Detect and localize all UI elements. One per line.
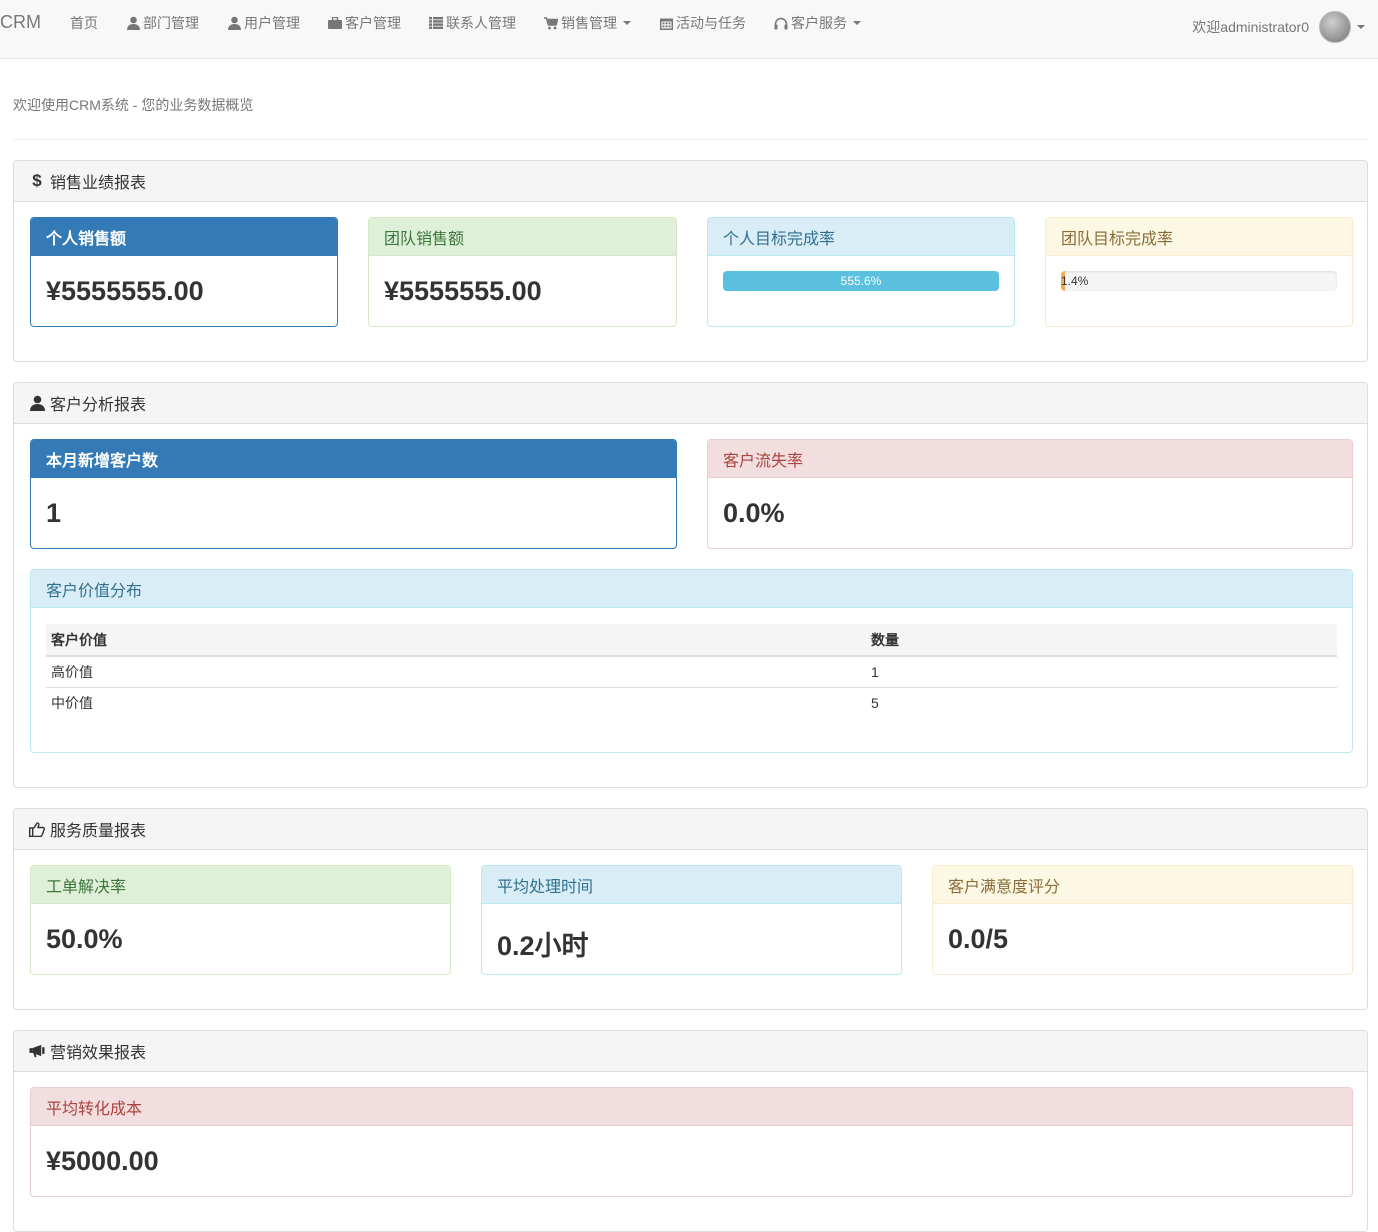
column-header: 客户价值 — [46, 624, 866, 657]
avatar[interactable] — [1319, 11, 1351, 43]
nav-item-label: 联系人管理 — [446, 15, 516, 31]
card-title: 本月新增客户数 — [31, 440, 676, 478]
service-report-header: 服务质量报表 — [14, 809, 1367, 850]
nav-item-label: 销售管理 — [561, 15, 617, 31]
table-header-row: 客户价值 数量 — [46, 624, 1337, 657]
welcome-text: 欢迎administrator0 — [1192, 19, 1309, 35]
page-subtitle: 欢迎使用CRM系统 - 您的业务数据概览 — [13, 97, 254, 113]
chevron-down-icon — [623, 21, 631, 25]
column-header: 数量 — [866, 624, 1337, 657]
card-value: 0.2小时 — [497, 931, 589, 961]
card-value: 0.0/5 — [948, 924, 1009, 954]
card-title: 平均转化成本 — [31, 1088, 1352, 1126]
nav-item-label: 客户管理 — [345, 15, 401, 31]
value-distribution-table: 客户价值 数量 高价值 1 中价值 5 — [46, 624, 1337, 718]
nav-item-label: 部门管理 — [143, 15, 199, 31]
table-cell: 1 — [871, 663, 879, 680]
value-distribution-card: 客户价值分布 客户价值 数量 高价值 1 中价值 5 — [30, 569, 1353, 753]
main-nav: 首页 部门管理 用户管理 客户管理 联系人管理 销售管理 活动与任务 客户服务 — [56, 0, 875, 46]
card-value: 0.0% — [723, 498, 785, 528]
marketing-report-panel: 营销效果报表 平均转化成本 ¥5000.00 — [13, 1030, 1368, 1232]
marketing-report-header: 营销效果报表 — [14, 1031, 1367, 1072]
nav-item-label: 客户服务 — [791, 15, 847, 31]
card-value: ¥5000.00 — [46, 1146, 159, 1176]
table-cell: 5 — [866, 686, 1337, 718]
card-title: 客户价值分布 — [31, 570, 1352, 608]
nav-item-label: 首页 — [70, 15, 98, 31]
user-icon — [29, 395, 45, 411]
sales-report-header: $ 销售业绩报表 — [14, 161, 1367, 202]
progress-bar-fill: 555.6% — [723, 271, 999, 291]
section-title: 营销效果报表 — [50, 1045, 147, 1062]
new-customers-card: 本月新增客户数 1 — [30, 439, 677, 549]
nav-item-customers[interactable]: 客户管理 — [314, 0, 415, 46]
user-icon — [227, 16, 241, 30]
list-icon — [429, 16, 443, 30]
nav-item-departments[interactable]: 部门管理 — [112, 0, 213, 46]
card-title: 团队销售额 — [369, 218, 676, 256]
card-value: ¥5555555.00 — [384, 276, 542, 306]
section-title: 客户分析报表 — [50, 397, 147, 414]
megaphone-icon — [29, 1043, 45, 1059]
avg-time-card: 平均处理时间 0.2小时 — [481, 865, 902, 975]
card-value: 1 — [46, 498, 62, 528]
table-row: 高价值 1 — [46, 656, 1337, 687]
customer-report-header: 客户分析报表 — [14, 383, 1367, 424]
card-title: 客户满意度评分 — [933, 866, 1352, 904]
sales-report-panel: $ 销售业绩报表 个人销售额 ¥5555555.00 团队销售额 ¥555555… — [13, 160, 1368, 362]
dollar-icon: $ — [32, 171, 42, 190]
nav-item-users[interactable]: 用户管理 — [213, 0, 314, 46]
card-title: 工单解决率 — [31, 866, 450, 904]
nav-item-activities[interactable]: 活动与任务 — [645, 0, 760, 46]
nav-item-contacts[interactable]: 联系人管理 — [415, 0, 530, 46]
conversion-cost-card: 平均转化成本 ¥5000.00 — [30, 1087, 1353, 1197]
section-title: 销售业绩报表 — [50, 175, 147, 192]
card-value: ¥5555555.00 — [46, 276, 204, 306]
section-title: 服务质量报表 — [50, 823, 147, 840]
card-value: 50.0% — [46, 924, 123, 954]
table-cell: 中价值 — [46, 686, 866, 718]
cart-icon — [544, 16, 558, 30]
personal-target-progress: 555.6% — [723, 271, 999, 291]
headphones-icon — [774, 16, 788, 30]
calendar-icon — [659, 16, 673, 30]
customer-report-panel: 客户分析报表 本月新增客户数 1 客户流失率 0.0% 客户价值分布 客户价值 … — [13, 382, 1368, 788]
nav-item-label: 活动与任务 — [676, 15, 746, 31]
chevron-down-icon — [853, 21, 861, 25]
card-title: 个人销售额 — [31, 218, 337, 256]
progress-label: 1.4% — [1061, 274, 1089, 288]
satisfaction-card: 客户满意度评分 0.0/5 — [932, 865, 1353, 975]
card-title: 团队目标完成率 — [1046, 218, 1352, 256]
nav-item-home[interactable]: 首页 — [56, 0, 112, 46]
user-icon — [126, 16, 140, 30]
top-navbar: CRM 首页 部门管理 用户管理 客户管理 联系人管理 销售管理 活动与任务 客… — [0, 0, 1378, 59]
team-target-progress: 1.4% — [1061, 271, 1337, 291]
brand-logo[interactable]: CRM — [0, 12, 41, 33]
card-title: 平均处理时间 — [482, 866, 901, 904]
table-cell: 高价值 — [51, 663, 93, 680]
resolution-rate-card: 工单解决率 50.0% — [30, 865, 451, 975]
churn-rate-card: 客户流失率 0.0% — [707, 439, 1353, 549]
briefcase-icon — [328, 16, 342, 30]
header-divider — [13, 139, 1368, 140]
user-menu[interactable]: 欢迎administrator0 — [1192, 10, 1378, 44]
table-row: 中价值 5 — [46, 686, 1337, 718]
card-title: 客户流失率 — [708, 440, 1352, 478]
nav-item-label: 用户管理 — [244, 15, 300, 31]
team-target-card: 团队目标完成率 1.4% — [1045, 217, 1353, 327]
personal-target-card: 个人目标完成率 555.6% — [707, 217, 1015, 327]
nav-item-sales[interactable]: 销售管理 — [530, 0, 645, 46]
service-report-panel: 服务质量报表 工单解决率 50.0% 平均处理时间 0.2小时 客户满意度评分 … — [13, 808, 1368, 1010]
chevron-down-icon[interactable] — [1357, 25, 1365, 29]
nav-item-service[interactable]: 客户服务 — [760, 0, 875, 46]
card-title: 个人目标完成率 — [708, 218, 1014, 256]
thumbs-up-icon — [29, 821, 45, 837]
team-sales-card: 团队销售额 ¥5555555.00 — [368, 217, 677, 327]
personal-sales-card: 个人销售额 ¥5555555.00 — [30, 217, 338, 327]
